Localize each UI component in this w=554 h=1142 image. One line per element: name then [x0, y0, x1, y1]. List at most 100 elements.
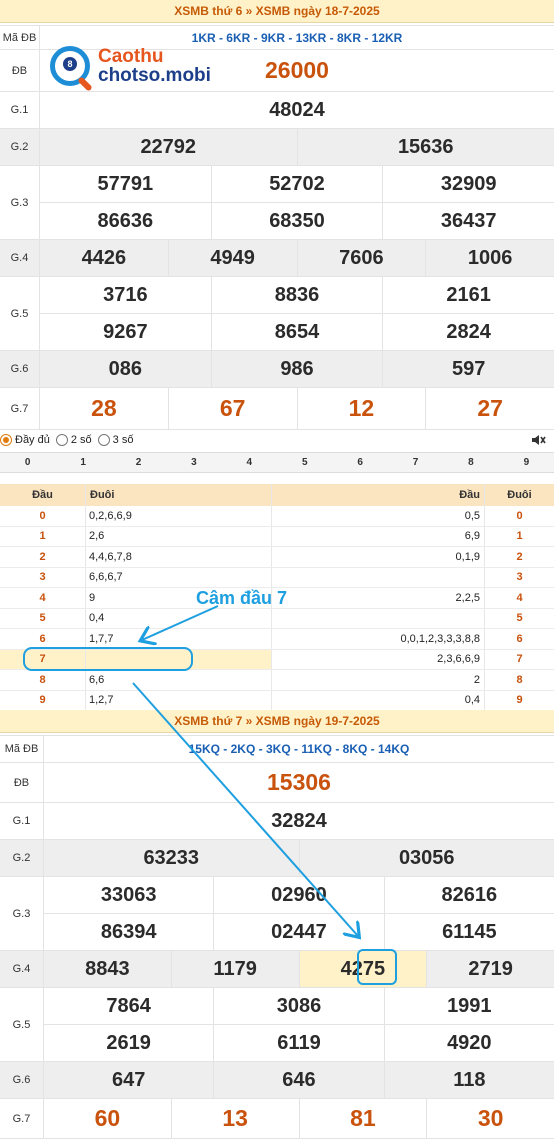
g4-value: 4949: [169, 240, 298, 276]
radio-selected-icon[interactable]: [0, 434, 12, 446]
db-label: ĐB: [0, 763, 44, 802]
g4-value: 2719: [468, 957, 513, 980]
display-options: Đầy đủ 2 số 3 số: [0, 430, 554, 450]
g3-value: 32909: [440, 172, 497, 195]
g4-label: G.4: [0, 951, 44, 987]
g3-value: 57791: [40, 166, 212, 202]
digit-filter[interactable]: 7: [388, 453, 443, 472]
digit-filter[interactable]: 6: [332, 453, 387, 472]
g3-value: 02960: [214, 877, 385, 913]
digit-filter[interactable]: 8: [443, 453, 498, 472]
digit-filter[interactable]: 9: [499, 453, 554, 472]
table-row: 1 2,6 6,9 1: [0, 526, 554, 547]
g5-value: 8654: [212, 314, 384, 350]
g5-label: G.5: [0, 277, 40, 350]
g5-value: 4920: [447, 1031, 492, 1054]
g6-label: G.6: [0, 1062, 44, 1098]
digit-filter-bar: 0 1 2 3 4 5 6 7 8 9: [0, 452, 554, 473]
g5-value: 1991: [447, 994, 492, 1017]
g4-value: 8843: [44, 951, 172, 987]
logo-text-line1: Caothu: [98, 46, 164, 67]
radio-icon[interactable]: [97, 434, 110, 446]
g2-value: 03056: [398, 846, 455, 869]
g7-value: 27: [477, 395, 503, 421]
g3-value: 82616: [441, 883, 498, 906]
g7-value: 13: [172, 1099, 300, 1138]
table-row: 8 6,6 2 8: [0, 670, 554, 691]
g3-value: 36437: [440, 209, 497, 232]
db-label: ĐB: [0, 50, 40, 91]
logo-badge: 8: [63, 57, 77, 71]
digit-filter[interactable]: 5: [277, 453, 332, 472]
g5-value: 3716: [40, 277, 212, 313]
g2-value: 22792: [40, 129, 298, 165]
g5-value: 6119: [214, 1025, 385, 1061]
g3-label: G.3: [0, 166, 40, 239]
g7-label: G.7: [0, 1099, 44, 1138]
option-full[interactable]: Đầy đủ: [0, 434, 50, 446]
g6-value: 118: [453, 1068, 486, 1091]
digit-filter[interactable]: 1: [55, 453, 110, 472]
g2-label: G.2: [0, 129, 40, 165]
annotation-note: Câm đầu 7: [196, 588, 288, 608]
g6-label: G.6: [0, 351, 40, 387]
g1-label: G.1: [0, 803, 44, 839]
g4-label: G.4: [0, 240, 40, 276]
g6-value: 646: [214, 1062, 385, 1098]
g3-value: 52702: [212, 166, 384, 202]
g3-value: 68350: [212, 203, 384, 239]
g7-value: 81: [300, 1099, 428, 1138]
g3-value: 86636: [40, 203, 212, 239]
table-row: 3 6,6,6,7 3: [0, 567, 554, 588]
g5-label: G.5: [0, 988, 44, 1061]
option-two-digits[interactable]: 2 số: [55, 434, 92, 446]
g7-value: 12: [298, 388, 427, 429]
g6-value: 597: [451, 357, 486, 380]
g7-value: 60: [44, 1099, 172, 1138]
draw2-table: Mã ĐB 15KQ - 2KQ - 3KQ - 11KQ - 8KQ - 14…: [0, 735, 554, 1139]
logo-text-line2: chotso.mobi: [98, 65, 211, 86]
g7-value: 67: [169, 388, 298, 429]
digit-filter[interactable]: 0: [0, 453, 55, 472]
g4-value: 4426: [40, 240, 169, 276]
site-logo[interactable]: 8 Caothu chotso.mobi: [50, 46, 211, 86]
g4-value-highlighted: 4275: [299, 951, 428, 987]
g3-value: 33063: [44, 877, 215, 913]
table-row-highlighted: 7 2,3,6,6,9 7: [0, 649, 554, 670]
table-row: 5 0,4 5: [0, 608, 554, 629]
g4-value: 1179: [172, 951, 300, 987]
option-three-digits[interactable]: 3 số: [97, 434, 133, 446]
digit-filter[interactable]: 2: [111, 453, 166, 472]
special-prize: 15306: [267, 769, 331, 795]
table-row: 9 1,2,7 0,4 9: [0, 690, 554, 711]
g1-value: 32824: [271, 809, 327, 832]
table-row: 6 1,7,7 0,0,1,2,3,3,3,8,8 6: [0, 629, 554, 650]
loto-table-header: Đầu Đuôi Đầu Đuôi: [0, 484, 554, 506]
g2-label: G.2: [0, 840, 44, 876]
g5-value: 3086: [214, 988, 385, 1024]
madb-codes: 15KQ - 2KQ - 3KQ - 11KQ - 8KQ - 14KQ: [188, 742, 410, 756]
g4-value: 1006: [467, 246, 513, 269]
speaker-mute-icon[interactable]: [530, 432, 546, 448]
madb-label: Mã ĐB: [0, 26, 40, 49]
g5-value: 2161: [446, 283, 491, 306]
g2-value: 15636: [397, 135, 454, 158]
g6-value: 647: [44, 1062, 215, 1098]
g5-value: 9267: [40, 314, 212, 350]
draw2-header[interactable]: XSMB thứ 7 » XSMB ngày 19-7-2025: [0, 710, 554, 733]
table-row: 2 4,4,6,7,8 0,1,9 2: [0, 547, 554, 568]
g3-value: 61145: [442, 920, 497, 943]
g7-value: 30: [477, 1105, 504, 1131]
digit-filter[interactable]: 3: [166, 453, 221, 472]
digit-filter[interactable]: 4: [222, 453, 277, 472]
draw1-header[interactable]: XSMB thứ 6 » XSMB ngày 18-7-2025: [0, 0, 554, 23]
g4-value: 7606: [298, 240, 427, 276]
g5-value: 2619: [44, 1025, 215, 1061]
magnifier-logo-icon: 8: [50, 46, 90, 86]
g6-value: 986: [212, 351, 384, 387]
madb-label: Mã ĐB: [0, 736, 44, 762]
radio-icon[interactable]: [55, 434, 68, 446]
table-row: 0 0,2,6,6,9 0,5 0: [0, 506, 554, 527]
g3-value: 86394: [44, 914, 215, 950]
g7-label: G.7: [0, 388, 40, 429]
